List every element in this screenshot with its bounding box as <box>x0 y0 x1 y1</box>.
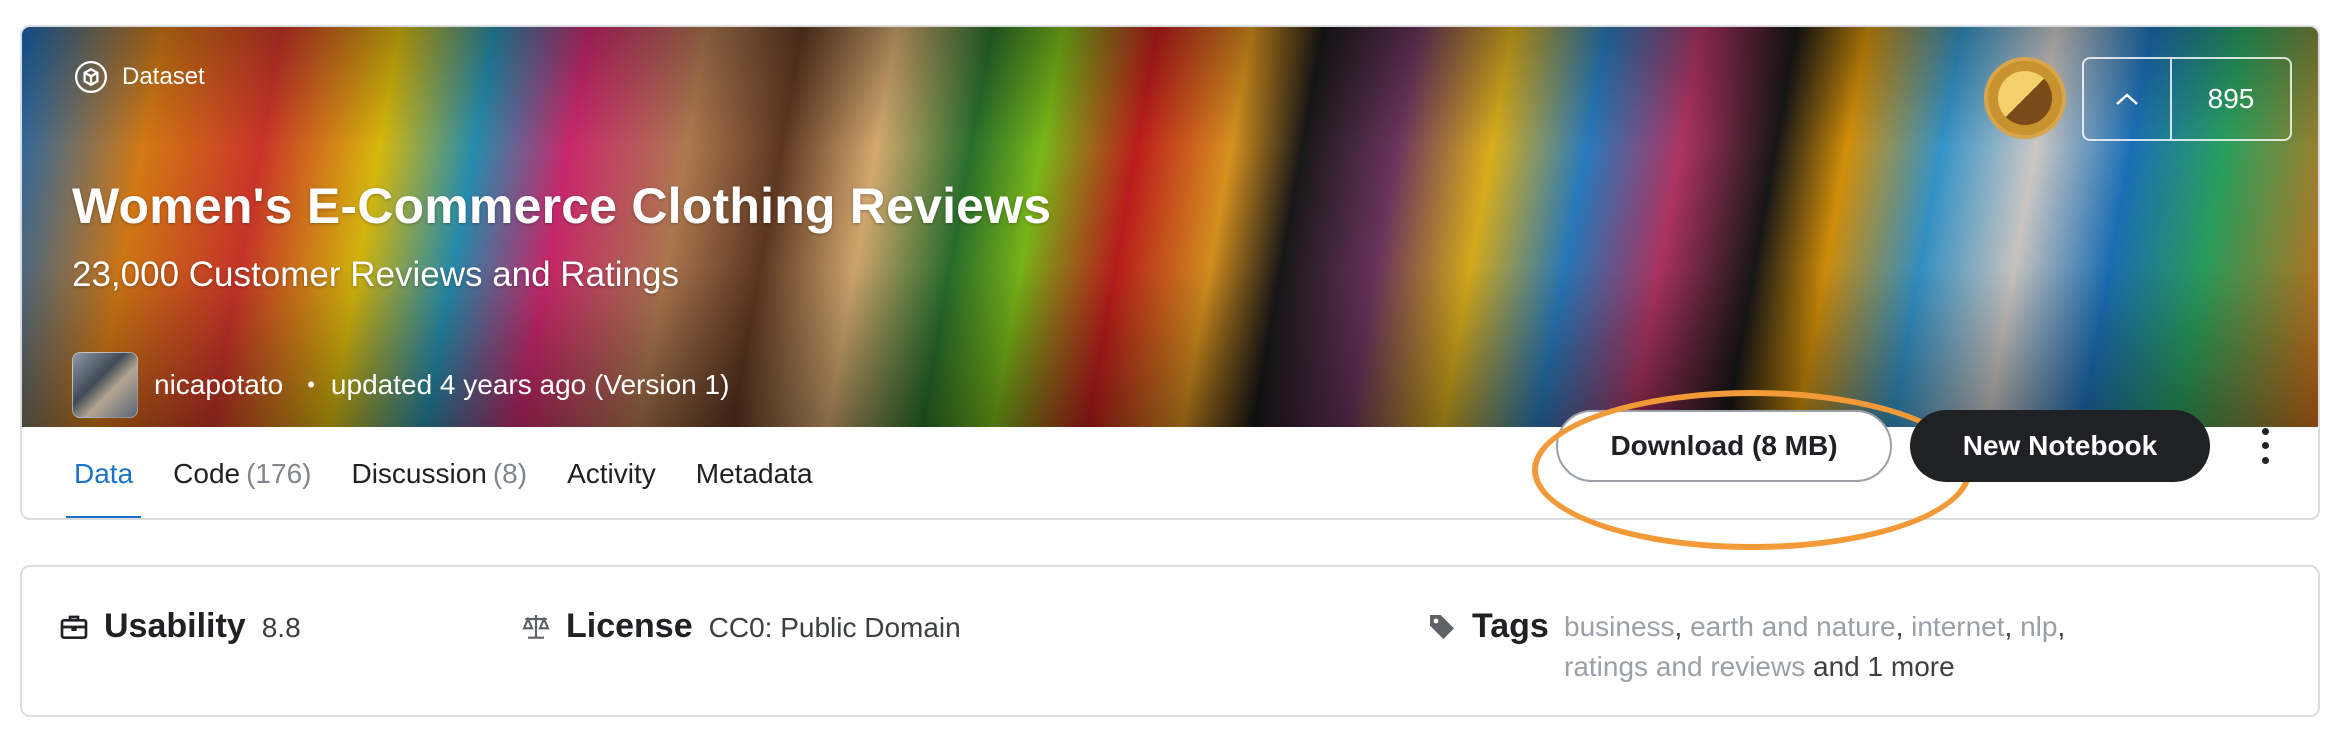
tab-count: (176) <box>246 457 312 489</box>
tags-label: Tags <box>1472 607 1549 645</box>
updated-info: updated 4 years ago (Version 1) <box>330 369 730 400</box>
dataset-icon <box>74 60 108 94</box>
tag-link[interactable]: nlp <box>2020 611 2057 642</box>
author-row: nicapotato • updated 4 years ago (Versio… <box>72 352 729 418</box>
upvote-count: 895 <box>2207 83 2255 114</box>
tab-metadata[interactable]: Metadata <box>695 427 813 518</box>
tag-link[interactable]: ratings and reviews <box>1564 651 1805 682</box>
metadata-summary: Usability 8.8 License CC0: Public Domain… <box>20 565 2320 717</box>
author-name[interactable]: nicapotato <box>154 369 283 401</box>
upvote-button[interactable]: 895 <box>2082 57 2292 141</box>
dataset-type-label: Dataset <box>122 63 205 90</box>
tag-link[interactable]: internet <box>1911 611 2004 642</box>
separator-dot: • <box>307 372 315 397</box>
kebab-menu-icon[interactable] <box>2250 424 2280 468</box>
scales-icon <box>522 614 550 639</box>
license-item: License CC0: Public Domain <box>520 607 961 646</box>
dataset-subtitle: 23,000 Customer Reviews and Ratings <box>72 255 679 294</box>
download-button[interactable]: Download (8 MB) <box>1556 410 1892 482</box>
usability-value: 8.8 <box>261 612 301 643</box>
tab-data[interactable]: Data <box>65 427 142 518</box>
tab-count: (8) <box>492 457 528 489</box>
license-value[interactable]: CC0: Public Domain <box>709 612 961 644</box>
new-notebook-button[interactable]: New Notebook <box>1910 410 2210 482</box>
tab-discussion[interactable]: Discussion (8) <box>351 427 528 518</box>
tab-label: Data <box>74 457 134 489</box>
tag-link[interactable]: business <box>1564 611 1675 642</box>
tab-activity[interactable]: Activity <box>567 427 656 518</box>
tag-link[interactable]: earth and nature <box>1690 611 1896 642</box>
author-avatar[interactable] <box>72 352 138 418</box>
briefcase-icon <box>60 615 88 639</box>
tags-more[interactable]: and 1 more <box>1813 651 1955 682</box>
dataset-title: Women's E-Commerce Clothing Reviews <box>72 178 1052 234</box>
tab-code[interactable]: Code (176) <box>173 427 312 518</box>
tab-label: Code <box>173 457 241 489</box>
usability-item: Usability 8.8 <box>58 607 301 646</box>
tags-list: business, earth and nature, internet, nl… <box>1564 611 2066 682</box>
chevron-up-icon[interactable] <box>2084 59 2172 139</box>
dataset-type: Dataset <box>74 60 205 94</box>
usability-label: Usability <box>104 607 246 645</box>
tags-item: Tags <box>1426 607 1565 646</box>
tab-label: Activity <box>567 457 656 489</box>
tab-label: Metadata <box>695 457 813 489</box>
tab-label: Discussion <box>351 457 487 489</box>
tag-icon <box>1430 614 1454 639</box>
user-avatar[interactable] <box>1984 57 2066 139</box>
license-label: License <box>566 607 693 645</box>
